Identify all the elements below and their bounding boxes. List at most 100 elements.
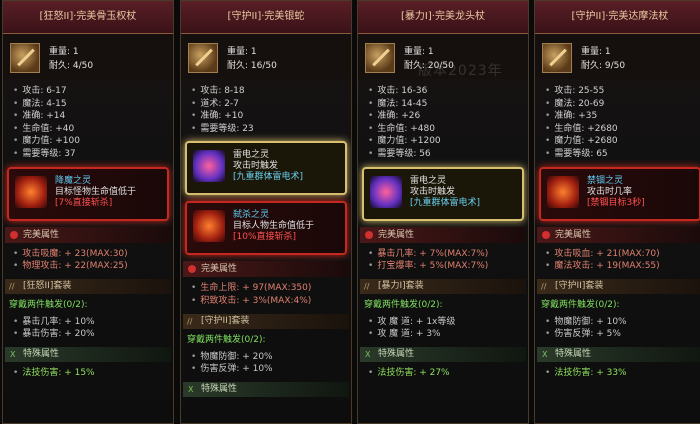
- perfect-attr-row: 暴击几率: + 7%(MAX:7%): [368, 248, 528, 261]
- perfect-attr-list: 攻击吸魔: + 23(MAX:30)物理攻击: + 22(MAX:25): [3, 243, 173, 273]
- special-attr-list: [181, 397, 351, 402]
- base-stats: 攻击: 25-55魔法: 20-69准确: +35生命值: +2680魔力值: …: [535, 79, 700, 161]
- special-attr-row: 法技伤害: + 33%: [545, 367, 700, 380]
- skill-icon: [370, 175, 402, 208]
- special-attr-row: 法技伤害: + 15%: [13, 367, 173, 380]
- special-attr-header: 特殊属性: [183, 381, 349, 397]
- set-header: [守护II]套装: [537, 278, 700, 294]
- perfect-attr-row: 魔法攻击: + 19(MAX:55): [545, 260, 700, 273]
- stat-row: 魔法: 14-45: [368, 98, 528, 111]
- skill-box: 雷电之灵 攻击时触发 [九重群体雷电术]: [362, 166, 524, 221]
- item-tooltip-card: [暴力I]·完美龙头杖重量: 1耐久: 20/50版本2023年攻击: 16-3…: [357, 0, 529, 424]
- perfect-attr-header: 完美属性: [183, 261, 349, 278]
- skill-name: 禁锢之灵: [587, 175, 624, 186]
- skill-box: 雷电之灵 攻击时触发 [九重群体雷电术]: [185, 141, 347, 196]
- stat-row: 攻击: 8-18: [191, 85, 351, 98]
- skill-desc: [九重群体雷电术]: [410, 197, 481, 208]
- weight-text: 重量: 1: [227, 47, 257, 57]
- skill-text: 雷电之灵 攻击时触发 [九重群体雷电术]: [410, 176, 480, 209]
- stat-row: 需要等级: 37: [13, 148, 173, 161]
- skill-box: 降魔之灵 目标怪物生命值低于 [7%直接斩杀]: [7, 166, 169, 221]
- perfect-attr-row: 攻击吸魔: + 23(MAX:30): [13, 248, 173, 261]
- special-attr-row: 法技伤害: + 27%: [368, 367, 528, 380]
- stat-row: 攻击: 25-55: [545, 85, 700, 98]
- item-header: 重量: 1 耐久: 20/50 版本2023年: [358, 34, 528, 79]
- skill-desc: 攻击时几率: [587, 186, 633, 197]
- durability-text: 耐久: 16/50: [227, 61, 277, 71]
- skill-desc: 攻击时触发: [410, 186, 456, 197]
- item-header: 重量: 1 耐久: 4/50: [3, 34, 173, 79]
- stat-row: 生命值: +480: [368, 123, 528, 136]
- skill-name: 雷电之灵: [410, 175, 447, 186]
- set-header: [暴力I]套装: [360, 278, 526, 294]
- weight-text: 重量: 1: [581, 47, 611, 57]
- item-header: 重量: 1 耐久: 9/50: [535, 34, 700, 79]
- stat-row: 准确: +10: [191, 110, 351, 123]
- stat-row: 生命值: +40: [13, 123, 173, 136]
- staff-icon: [10, 43, 40, 73]
- perfect-attr-row: 生命上限: + 97(MAX:350): [191, 282, 351, 295]
- set-bonus-row: 暴击伤害: + 20%: [13, 328, 173, 341]
- skill-desc: [10%直接斩杀]: [233, 232, 297, 243]
- special-attr-list: 法技伤害: + 15%: [3, 362, 173, 380]
- stat-row: 攻击: 6-17: [13, 85, 173, 98]
- perfect-attr-list: 攻击吸血: + 21(MAX:70)魔法攻击: + 19(MAX:55): [535, 243, 700, 273]
- stat-row: 道术: 2-7: [191, 98, 351, 111]
- perfect-attr-header: 完美属性: [537, 226, 700, 243]
- skill-desc: 目标人物生命值低于: [233, 221, 315, 232]
- base-stats: 攻击: 8-18道术: 2-7准确: +10需要等级: 23: [181, 79, 351, 135]
- set-bonus-list: 物魔防御: + 10%伤害反弹: + 5%: [535, 311, 700, 341]
- special-attr-header: 特殊属性: [5, 346, 171, 362]
- set-trigger: 穿戴两件触发(0/2):: [364, 299, 443, 310]
- skill-text: 弑杀之灵 目标人物生命值低于 [10%直接斩杀]: [233, 210, 314, 243]
- set-bonus-row: 伤害反弹: + 5%: [545, 328, 700, 341]
- item-title: [守护II]·完美银蛇: [181, 1, 351, 34]
- set-bonus-list: 攻 魔 道: + 1x等级攻 魔 道: + 3%: [358, 311, 528, 341]
- item-title: [狂怒II]·完美骨玉权杖: [3, 1, 173, 34]
- set-bonus-row: 攻 魔 道: + 3%: [368, 328, 528, 341]
- skill-box: 弑杀之灵 目标人物生命值低于 [10%直接斩杀]: [185, 201, 347, 256]
- stat-row: 魔力值: +1200: [368, 135, 528, 148]
- skill-box: 禁锢之灵 攻击时几率 [禁锢目标3秒]: [539, 166, 700, 221]
- item-header: 重量: 1 耐久: 16/50: [181, 34, 351, 79]
- set-bonus-row: 暴击几率: + 10%: [13, 316, 173, 329]
- stat-row: 攻击: 16-36: [368, 85, 528, 98]
- skill-icon: [547, 175, 579, 208]
- stat-row: 准确: +26: [368, 110, 528, 123]
- stat-row: 生命值: +2680: [545, 123, 700, 136]
- skill-text: 雷电之灵 攻击时触发 [九重群体雷电术]: [233, 150, 303, 183]
- skill-name: 降魔之灵: [55, 175, 92, 186]
- perfect-attr-row: 攻击吸血: + 21(MAX:70): [545, 248, 700, 261]
- base-stats: 攻击: 16-36魔法: 14-45准确: +26生命值: +480魔力值: +…: [358, 79, 528, 161]
- set-bonus-list: 物魔防御: + 20%伤害反弹: + 10%: [181, 346, 351, 376]
- durability-text: 耐久: 4/50: [49, 61, 94, 71]
- stat-row: 魔法: 20-69: [545, 98, 700, 111]
- durability-text: 耐久: 9/50: [581, 61, 626, 71]
- perfect-attr-header: 完美属性: [5, 226, 171, 243]
- stat-row: 准确: +14: [13, 110, 173, 123]
- skill-icon: [193, 210, 225, 243]
- perfect-attr-list: 生命上限: + 97(MAX:350)积致攻击: + 3%(MAX:4%): [181, 277, 351, 307]
- skill-desc: [禁锢目标3秒]: [587, 197, 645, 208]
- set-trigger: 穿戴两件触发(0/2):: [187, 334, 266, 345]
- set-bonus-list: 暴击几率: + 10%暴击伤害: + 20%: [3, 311, 173, 341]
- tooltip-cards: [狂怒II]·完美骨玉权杖重量: 1 耐久: 4/50 攻击: 6-17魔法: 4-…: [0, 0, 700, 424]
- set-trigger: 穿戴两件触发(0/2):: [9, 299, 88, 310]
- special-attr-header: 特殊属性: [537, 346, 700, 362]
- stat-row: 需要等级: 23: [191, 123, 351, 136]
- staff-icon: [365, 43, 395, 73]
- skill-text: 禁锢之灵 攻击时几率 [禁锢目标3秒]: [587, 176, 645, 209]
- skill-text: 降魔之灵 目标怪物生命值低于 [7%直接斩杀]: [55, 176, 136, 209]
- perfect-attr-list: 暴击几率: + 7%(MAX:7%)打宝爆率: + 5%(MAX:7%): [358, 243, 528, 273]
- special-attr-list: 法技伤害: + 33%: [535, 362, 700, 380]
- skill-icon: [15, 175, 47, 208]
- item-title: [守护II]·完美达摩法杖: [535, 1, 700, 34]
- staff-icon: [542, 43, 572, 73]
- skill-desc: [九重群体雷电术]: [233, 172, 304, 183]
- skill-desc: [7%直接斩杀]: [55, 197, 113, 208]
- set-bonus-row: 物魔防御: + 10%: [545, 316, 700, 329]
- set-bonus-row: 攻 魔 道: + 1x等级: [368, 316, 528, 329]
- set-header: [狂怒II]套装: [5, 278, 171, 294]
- special-attr-header: 特殊属性: [360, 346, 526, 362]
- stat-row: 魔法: 4-15: [13, 98, 173, 111]
